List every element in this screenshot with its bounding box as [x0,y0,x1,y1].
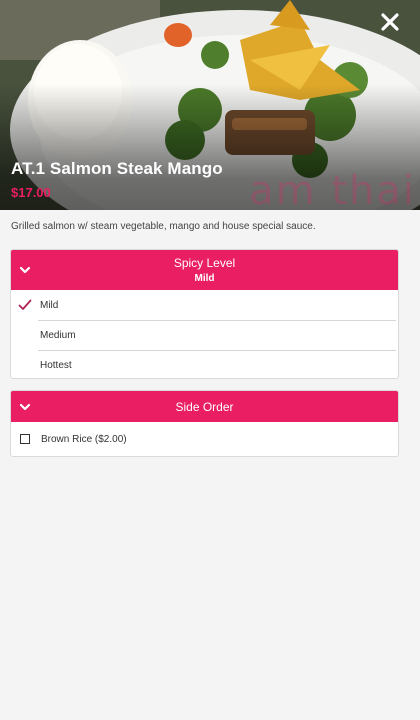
close-button[interactable] [378,10,402,34]
item-description: Grilled salmon w/ steam vegetable, mango… [11,221,316,232]
option-label: Hottest [40,359,72,371]
spicy-level-selected: Mild [194,273,215,284]
checkbox-label: Brown Rice ($2.00) [41,433,127,445]
option-mild[interactable]: Mild [11,290,398,320]
option-label: Medium [40,329,76,341]
close-icon [381,13,399,31]
option-medium[interactable]: Medium [11,320,398,350]
side-order-title: Side Order [175,399,234,414]
option-hottest[interactable]: Hottest [11,350,398,378]
item-photo: am thai AT.1 Salmon Steak Mango $17.00 [0,0,420,210]
side-option-brown-rice[interactable]: Brown Rice ($2.00) [11,422,398,456]
checkmark-icon [18,299,32,310]
spicy-level-title: Spicy Level [173,256,236,270]
spicy-level-header[interactable]: Spicy Level Mild [11,250,398,290]
option-label: Mild [40,299,59,311]
spicy-level-group: Spicy Level Mild Mild Medium Hottest [10,249,399,379]
side-order-header[interactable]: Side Order [11,391,398,422]
chevron-down-icon [19,266,31,274]
side-order-group: Side Order Brown Rice ($2.00) [10,390,399,457]
restaurant-watermark: am thai [249,168,416,210]
brown-rice-checkbox[interactable] [20,434,30,444]
item-price: $17.00 [11,185,51,200]
item-title: AT.1 Salmon Steak Mango [11,159,223,178]
chevron-down-icon [19,403,31,410]
